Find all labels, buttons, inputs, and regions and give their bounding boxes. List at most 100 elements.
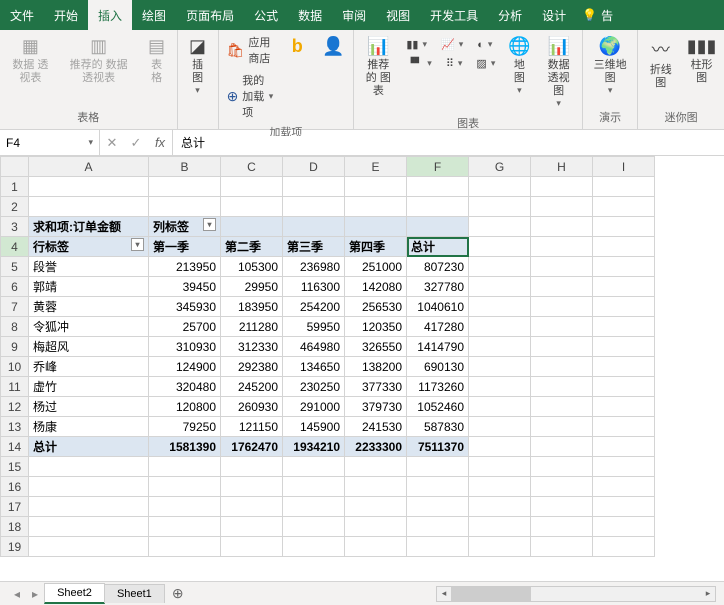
row-header-12[interactable]: 12 <box>1 397 29 417</box>
cell-I1[interactable] <box>593 177 655 197</box>
cell-G19[interactable] <box>469 537 531 557</box>
row-header-19[interactable]: 19 <box>1 537 29 557</box>
cell-G6[interactable] <box>469 277 531 297</box>
cell-F9[interactable]: 1414790 <box>407 337 469 357</box>
cell-A7[interactable]: 黄蓉 <box>29 297 149 317</box>
cell-B6[interactable]: 39450 <box>149 277 221 297</box>
row-header-7[interactable]: 7 <box>1 297 29 317</box>
cell-A17[interactable] <box>29 497 149 517</box>
sparkline-line-button[interactable]: 〰折线图 <box>642 32 679 94</box>
cell-E5[interactable]: 251000 <box>345 257 407 277</box>
cell-F1[interactable] <box>407 177 469 197</box>
cell-C3[interactable] <box>221 217 283 237</box>
cell-A4[interactable]: 行标签▾ <box>29 237 149 257</box>
cell-E9[interactable]: 326550 <box>345 337 407 357</box>
cell-I16[interactable] <box>593 477 655 497</box>
cell-F19[interactable] <box>407 537 469 557</box>
cell-F12[interactable]: 1052460 <box>407 397 469 417</box>
row-header-8[interactable]: 8 <box>1 317 29 337</box>
row-header-3[interactable]: 3 <box>1 217 29 237</box>
cell-D18[interactable] <box>283 517 345 537</box>
cell-A1[interactable] <box>29 177 149 197</box>
cell-G12[interactable] <box>469 397 531 417</box>
cell-E16[interactable] <box>345 477 407 497</box>
my-addins-button[interactable]: ⊕我的加载项▾ <box>223 70 278 122</box>
row-header-16[interactable]: 16 <box>1 477 29 497</box>
cell-C4[interactable]: 第二季 <box>221 237 283 257</box>
cell-F2[interactable] <box>407 197 469 217</box>
cell-B5[interactable]: 213950 <box>149 257 221 277</box>
formula-input[interactable] <box>181 136 716 150</box>
cell-D1[interactable] <box>283 177 345 197</box>
cell-D11[interactable]: 230250 <box>283 377 345 397</box>
cell-G8[interactable] <box>469 317 531 337</box>
cell-B3[interactable]: 列标签▾ <box>149 217 221 237</box>
row-header-9[interactable]: 9 <box>1 337 29 357</box>
cell-D17[interactable] <box>283 497 345 517</box>
cell-I11[interactable] <box>593 377 655 397</box>
cell-B7[interactable]: 345930 <box>149 297 221 317</box>
cell-F3[interactable] <box>407 217 469 237</box>
cell-C15[interactable] <box>221 457 283 477</box>
sheet-nav-next[interactable]: ▸ <box>26 587 44 601</box>
cell-B9[interactable]: 310930 <box>149 337 221 357</box>
cell-D6[interactable]: 116300 <box>283 277 345 297</box>
cell-B16[interactable] <box>149 477 221 497</box>
cell-I8[interactable] <box>593 317 655 337</box>
cell-A9[interactable]: 梅超风 <box>29 337 149 357</box>
sparkline-column-button[interactable]: ▮▮▮柱形图 <box>683 32 720 89</box>
tab-analyze[interactable]: 分析 <box>488 0 532 30</box>
cell-I10[interactable] <box>593 357 655 377</box>
cell-C1[interactable] <box>221 177 283 197</box>
cell-D13[interactable]: 145900 <box>283 417 345 437</box>
cell-C14[interactable]: 1762470 <box>221 437 283 457</box>
3d-map-button[interactable]: 🌍三维地 图▾ <box>587 32 633 100</box>
cell-C7[interactable]: 183950 <box>221 297 283 317</box>
cell-C6[interactable]: 29950 <box>221 277 283 297</box>
cell-I6[interactable] <box>593 277 655 297</box>
cell-F7[interactable]: 1040610 <box>407 297 469 317</box>
cell-C5[interactable]: 105300 <box>221 257 283 277</box>
column-header-D[interactable]: D <box>283 157 345 177</box>
hierarchy-chart-button[interactable]: ▝▘▾ <box>402 55 435 72</box>
cell-G7[interactable] <box>469 297 531 317</box>
cell-D16[interactable] <box>283 477 345 497</box>
cell-I5[interactable] <box>593 257 655 277</box>
cell-F17[interactable] <box>407 497 469 517</box>
cell-C16[interactable] <box>221 477 283 497</box>
cell-F10[interactable]: 690130 <box>407 357 469 377</box>
add-sheet-button[interactable]: ⊕ <box>164 585 192 602</box>
tab-tell-me[interactable]: 💡告 <box>576 0 619 30</box>
cell-B11[interactable]: 320480 <box>149 377 221 397</box>
cell-B12[interactable]: 120800 <box>149 397 221 417</box>
row-filter-button[interactable]: ▾ <box>131 238 144 251</box>
illustrations-button[interactable]: ◪插图▾ <box>182 32 214 100</box>
tab-page-layout[interactable]: 页面布局 <box>176 0 244 30</box>
name-box[interactable]: ▾ <box>0 130 100 155</box>
worksheet-grid[interactable]: ABCDEFGHI123求和项:订单金额列标签▾4行标签▾第一季第二季第三季第四… <box>0 156 724 576</box>
cell-H3[interactable] <box>531 217 593 237</box>
cell-C19[interactable] <box>221 537 283 557</box>
cell-C17[interactable] <box>221 497 283 517</box>
cell-I13[interactable] <box>593 417 655 437</box>
row-header-15[interactable]: 15 <box>1 457 29 477</box>
row-header-17[interactable]: 17 <box>1 497 29 517</box>
cell-G13[interactable] <box>469 417 531 437</box>
tab-review[interactable]: 审阅 <box>332 0 376 30</box>
row-header-13[interactable]: 13 <box>1 417 29 437</box>
cell-D10[interactable]: 134650 <box>283 357 345 377</box>
cell-I9[interactable] <box>593 337 655 357</box>
tab-data[interactable]: 数据 <box>288 0 332 30</box>
cell-B14[interactable]: 1581390 <box>149 437 221 457</box>
cell-G3[interactable] <box>469 217 531 237</box>
cell-E7[interactable]: 256530 <box>345 297 407 317</box>
cell-H16[interactable] <box>531 477 593 497</box>
cell-I18[interactable] <box>593 517 655 537</box>
cell-H5[interactable] <box>531 257 593 277</box>
cell-H9[interactable] <box>531 337 593 357</box>
cell-H12[interactable] <box>531 397 593 417</box>
surface-chart-button[interactable]: ▨▾ <box>472 55 499 72</box>
cell-G2[interactable] <box>469 197 531 217</box>
enter-formula-button[interactable]: ✓ <box>124 135 148 151</box>
cell-D19[interactable] <box>283 537 345 557</box>
